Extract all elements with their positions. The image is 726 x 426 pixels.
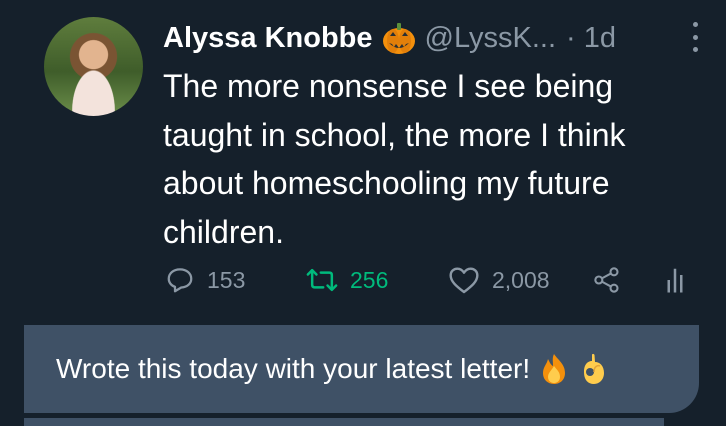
reply-message-text: Wrote this today with your latest letter… <box>56 353 531 384</box>
fire-icon <box>538 352 570 386</box>
retweet-icon <box>306 265 338 295</box>
separator-dot: · <box>566 21 576 54</box>
tweet-text: The more nonsense I see being taught in … <box>163 68 626 250</box>
author-handle[interactable]: @LyssK... <box>425 22 557 55</box>
reply-button[interactable]: 153 <box>165 262 245 298</box>
analytics-button[interactable] <box>665 262 685 298</box>
like-button[interactable]: 2,008 <box>448 262 550 298</box>
share-button[interactable] <box>593 262 621 298</box>
share-icon <box>593 266 621 294</box>
reply-message-box: Wrote this today with your latest letter… <box>24 325 699 413</box>
reply-icon <box>165 265 195 295</box>
ok-hand-icon <box>578 352 608 386</box>
retweet-button[interactable]: 256 <box>306 262 388 298</box>
analytics-icon <box>665 265 685 295</box>
author-name[interactable]: Alyssa Knobbe <box>163 22 373 55</box>
more-options-icon[interactable] <box>693 22 701 52</box>
tweet-actions: 153 256 2,008 <box>163 262 703 298</box>
reply-count: 153 <box>207 266 246 293</box>
next-message-edge <box>24 418 664 426</box>
tweet[interactable]: Alyssa Knobbe @LyssK... · 1d The more no… <box>0 0 726 320</box>
like-count: 2,008 <box>492 266 550 293</box>
retweet-count: 256 <box>350 266 389 293</box>
jack-o-lantern-icon <box>381 20 417 56</box>
heart-icon <box>448 265 480 295</box>
tweet-header: Alyssa Knobbe @LyssK... · 1d <box>163 18 616 58</box>
tweet-timestamp[interactable]: 1d <box>584 22 616 55</box>
avatar[interactable] <box>44 17 143 116</box>
